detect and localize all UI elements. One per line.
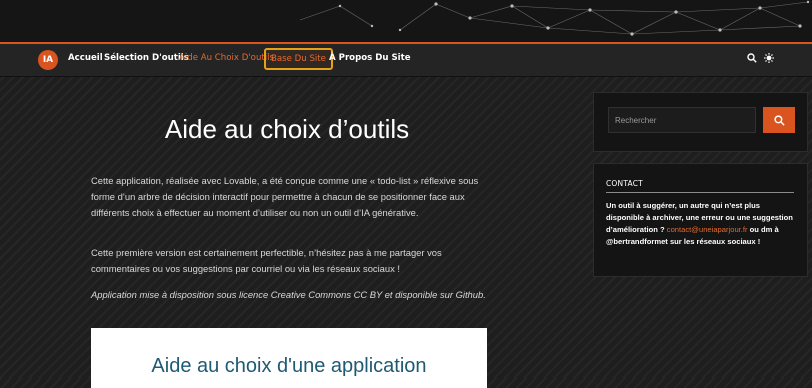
sun-icon[interactable] xyxy=(764,53,774,66)
nav-item-base-du-site[interactable]: Base Du Site xyxy=(264,48,333,70)
nav-item-accueil[interactable]: Accueil xyxy=(68,53,103,63)
search-icon xyxy=(773,114,785,126)
page-title: Aide au choix d’outils xyxy=(164,114,410,144)
search-input[interactable] xyxy=(608,107,756,133)
license-paragraph: Application mise à disposition sous lice… xyxy=(91,289,486,300)
header-banner xyxy=(0,0,812,44)
main-content: Aide au choix d’outils Cette application… xyxy=(72,92,502,388)
nav-item-aide-choix-outils[interactable]: Aide Au Choix D'outils xyxy=(179,53,274,63)
sidebar-search-widget xyxy=(593,92,808,152)
network-graphic xyxy=(299,0,810,36)
divider xyxy=(606,192,794,193)
search-button[interactable] xyxy=(763,107,795,133)
contact-text: Un outil à suggérer, un autre qui n’est … xyxy=(606,200,796,248)
nav-item-selection-outils[interactable]: Sélection D'outils xyxy=(104,53,189,63)
contact-email-link[interactable]: contact@uneiaparjour.fr xyxy=(667,225,748,234)
search-icon[interactable] xyxy=(747,53,757,66)
contact-title: CONTACT xyxy=(606,179,643,188)
sidebar-contact-widget: CONTACT Un outil à suggérer, un autre qu… xyxy=(593,163,808,277)
site-logo[interactable]: IA xyxy=(38,50,58,70)
nav-item-a-propos[interactable]: À Propos Du Site xyxy=(329,53,411,63)
intro-paragraph: Cette application, réalisée avec Lovable… xyxy=(91,175,479,218)
embedded-app-card[interactable]: Aide au choix d'une application xyxy=(91,328,487,388)
feedback-paragraph: Cette première version est certainement … xyxy=(91,247,442,274)
main-navigation: IA Accueil Sélection D'outils Aide Au Ch… xyxy=(0,44,812,77)
embedded-app-title: Aide au choix d'une application xyxy=(151,355,427,377)
